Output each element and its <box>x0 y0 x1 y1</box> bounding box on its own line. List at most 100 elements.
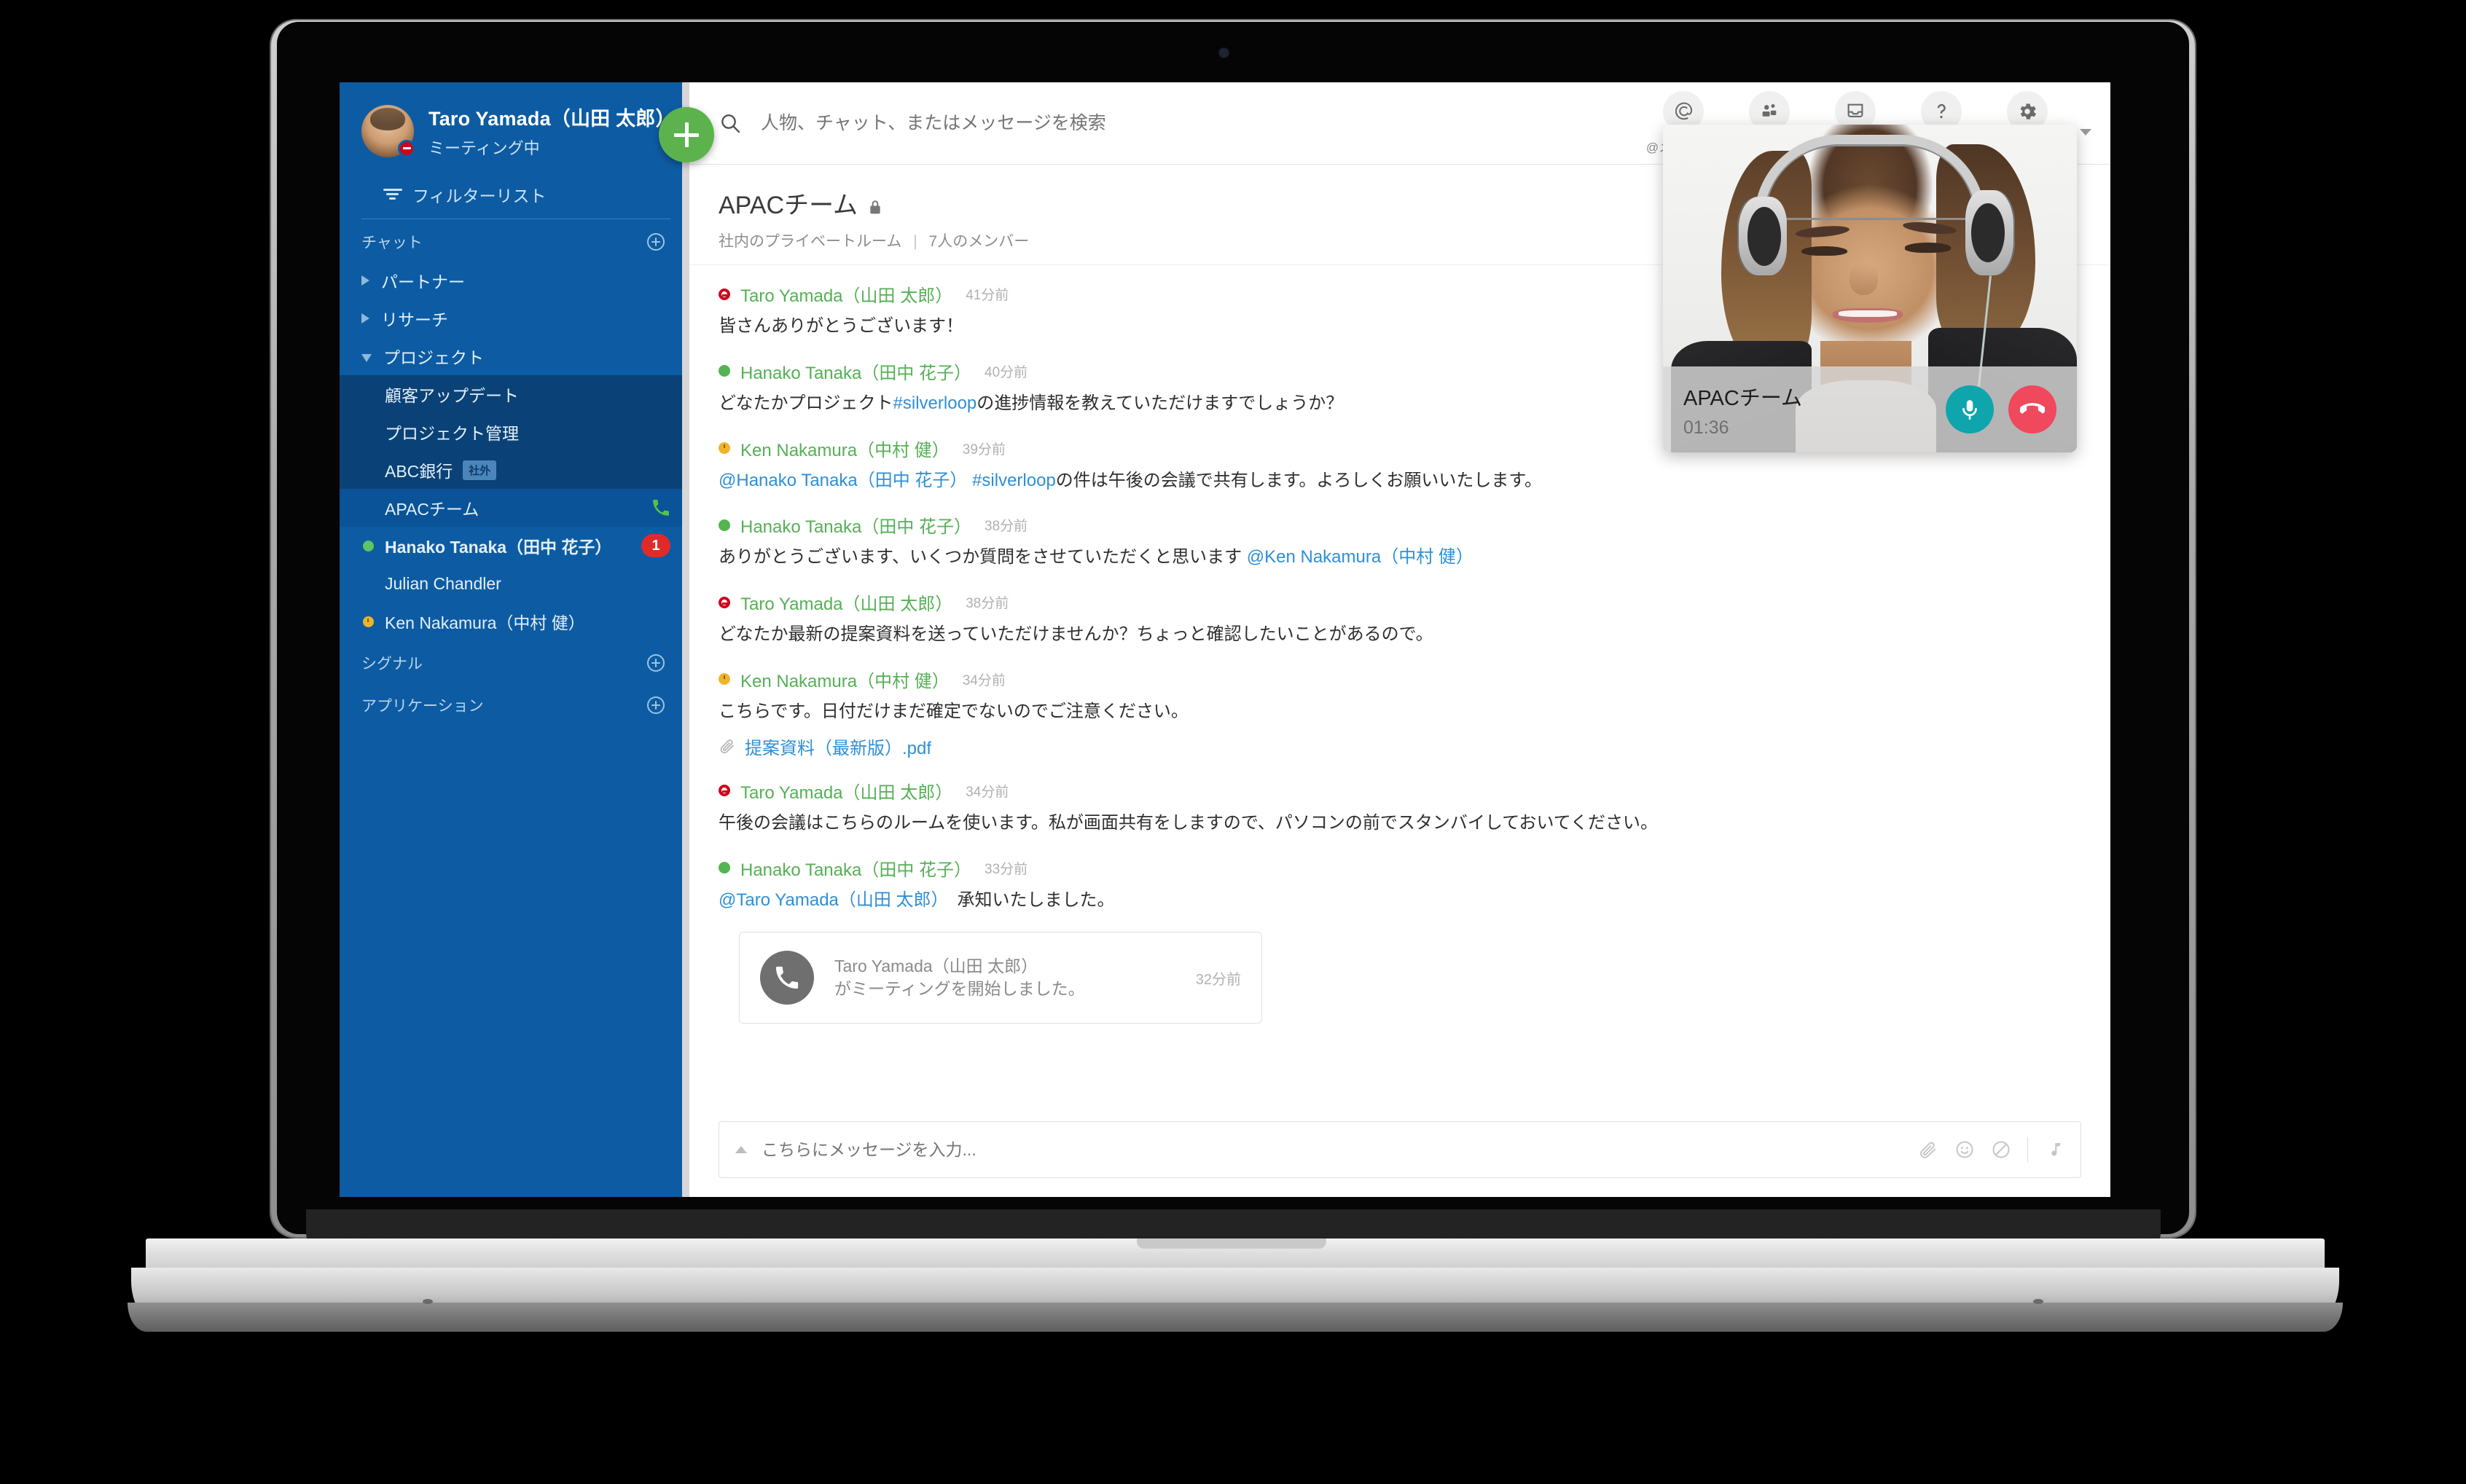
message-author: Hanako Tanaka（田中 花子） <box>740 363 972 383</box>
folder-label: パートナー <box>381 272 465 291</box>
message-item: Hanako Tanaka（田中 花子） 38分前 ありがとうございます、いくつ… <box>719 512 2081 570</box>
chat-list: パートナー リサーチ プロジェクト 顧客アップデート プロジェクト管理 ABC銀… <box>340 262 689 640</box>
paperclip-icon[interactable] <box>1918 1139 1938 1160</box>
filter-icon <box>383 188 402 201</box>
laptop-base-foot-dot <box>2033 1299 2043 1304</box>
mention-link[interactable]: @Taro Yamada（山田 太郎） <box>719 890 940 910</box>
subtitle-divider: | <box>913 233 917 250</box>
presence-available-icon <box>719 365 730 377</box>
hashtag-link[interactable]: #silverloop <box>972 471 1056 490</box>
section-label-signal: シグナル <box>361 656 423 672</box>
search-wrap <box>719 111 1645 135</box>
room-label: 顧客アップデート <box>385 386 519 405</box>
message-author: Taro Yamada（山田 太郎） <box>740 782 953 803</box>
add-signal-icon[interactable] <box>647 654 665 672</box>
message-body: ありがとうございます、いくつか質問をさせていただくと思います @Ken Naka… <box>719 545 2081 570</box>
call-control-bar: APACチーム 01:36 <box>1663 366 2077 452</box>
message-body: どなたか最新の提案資料を送っていただけませんか？ちょっと確認したいことがあるので… <box>719 622 2081 648</box>
presence-offline-icon <box>363 578 374 589</box>
filter-list-label: フィルターリスト <box>412 187 547 205</box>
music-note-icon[interactable] <box>2044 1139 2064 1160</box>
sidebar-room-project-management[interactable]: プロジェクト管理 <box>340 413 689 451</box>
sidebar-room-ken-nakamura[interactable]: Ken Nakamura（中村 健） <box>340 602 689 640</box>
message-composer[interactable] <box>719 1121 2081 1178</box>
chat-application: Taro Yamada（山田 太郎） ミーティング中 フィルターリスト チャット <box>340 82 2110 1197</box>
message-author: Taro Yamada（山田 太郎） <box>740 286 953 306</box>
meeting-actor: Taro Yamada（山田 太郎） <box>834 957 1038 976</box>
chevron-right-icon <box>361 313 369 323</box>
add-new-button[interactable] <box>659 107 714 162</box>
external-badge: 社外 <box>463 460 497 480</box>
active-call-panel[interactable]: APACチーム 01:36 <box>1663 125 2077 452</box>
sidebar-room-customer-update[interactable]: 顧客アップデート <box>340 375 689 413</box>
sidebar-room-abc-bank[interactable]: ABC銀行 社外 <box>340 451 689 489</box>
sidebar-scrollbar[interactable] <box>682 82 689 1197</box>
message-body: 午後の会議はこちらのルームを使います。私が画面共有をしますので、パソコンの前でス… <box>719 811 2081 836</box>
settings-chevron-down-icon[interactable] <box>2080 128 2091 136</box>
filter-list-row[interactable]: フィルターリスト <box>361 175 670 219</box>
message-author: Hanako Tanaka（田中 花子） <box>740 517 972 538</box>
message-timestamp: 38分前 <box>966 596 1009 612</box>
call-buttons <box>1946 385 2056 433</box>
section-header-applications: アプリケーション <box>340 683 689 725</box>
laptop-base-foot-dot <box>423 1299 433 1304</box>
laptop-base-foot <box>128 1303 2343 1332</box>
message-text: の進捗情報を教えていただけますでしょうか？ <box>976 393 1344 413</box>
message-item: Hanako Tanaka（田中 花子） 33分前 @Taro Yamada（山… <box>719 855 2081 914</box>
search-input[interactable] <box>761 112 1645 134</box>
sidebar-folder-partner[interactable]: パートナー <box>340 262 689 299</box>
mention-link[interactable]: @Hanako Tanaka（田中 花子） <box>719 471 967 490</box>
sidebar-folder-project[interactable]: プロジェクト <box>340 337 689 375</box>
room-label: APACチーム <box>385 500 480 519</box>
presence-available-icon <box>719 862 730 874</box>
room-label: Ken Nakamura（中村 健） <box>385 613 585 632</box>
message-item: Taro Yamada（山田 太郎） 38分前 どなたか最新の提案資料を送ってい… <box>719 589 2081 648</box>
attachment-filename[interactable]: 提案資料（最新版）.pdf <box>745 734 931 759</box>
phone-icon <box>760 951 814 1005</box>
section-label-chat: チャット <box>361 235 423 251</box>
sidebar-room-apac-team[interactable]: APACチーム <box>340 489 689 527</box>
mute-microphone-button[interactable] <box>1946 385 1994 433</box>
emoji-smiley-icon[interactable] <box>1954 1139 1975 1160</box>
presence-away-icon <box>363 616 374 627</box>
search-icon <box>719 111 742 135</box>
mention-link[interactable]: @Ken Nakamura（中村 健） <box>1247 547 1473 567</box>
folder-label: リサーチ <box>381 310 448 329</box>
message-text: 承知いたしました。 <box>939 890 1115 910</box>
message-timestamp: 39分前 <box>962 441 1006 458</box>
presence-away-icon <box>719 442 730 455</box>
room-label: ABC銀行 <box>385 462 453 481</box>
message-input[interactable] <box>762 1139 1918 1160</box>
chevron-up-icon[interactable] <box>735 1146 747 1153</box>
sidebar: Taro Yamada（山田 太郎） ミーティング中 フィルターリスト チャット <box>340 82 714 1197</box>
room-label: Hanako Tanaka（田中 花子） <box>385 538 612 557</box>
message-body: @Hanako Tanaka（田中 花子） #silverloopの件は午後の会… <box>719 468 2081 494</box>
main-panel: @メンション コミュニティ 受信箱 <box>689 82 2110 1197</box>
message-text: ありがとうございます、いくつか質問をさせていただくと思います <box>719 547 1247 568</box>
message-text: の件は午後の会議で共有します。よろしくお願いいたします。 <box>1055 470 1542 490</box>
room-member-count: 7人のメンバー <box>928 233 1030 250</box>
end-call-button[interactable] <box>2008 385 2056 433</box>
laptop-base-notch <box>1137 1238 1326 1249</box>
sidebar-room-julian-chandler[interactable]: Julian Chandler <box>340 565 689 602</box>
profile-text: Taro Yamada（山田 太郎） ミーティング中 <box>428 103 676 159</box>
sidebar-room-hanako-tanaka[interactable]: Hanako Tanaka（田中 花子） 1 <box>340 527 689 565</box>
call-duration: 01:36 <box>1683 417 1729 438</box>
message-timestamp: 34分前 <box>962 672 1006 688</box>
message-timestamp: 38分前 <box>985 519 1028 535</box>
do-not-disturb-icon[interactable] <box>1991 1139 2011 1160</box>
meeting-started-card[interactable]: Taro Yamada（山田 太郎） がミーティングを開始しました。 32分前 <box>739 932 1262 1024</box>
section-label-applications: アプリケーション <box>361 698 484 715</box>
section-header-chat: チャット <box>340 219 689 262</box>
hashtag-link[interactable]: #silverloop <box>893 393 977 413</box>
add-chat-icon[interactable] <box>647 233 665 251</box>
presence-busy-icon <box>719 288 730 300</box>
message-attachment[interactable]: 提案資料（最新版）.pdf <box>719 734 2081 759</box>
call-meta: APACチーム 01:36 <box>1683 381 1802 439</box>
message-text: どなたかプロジェクト <box>719 393 893 413</box>
webcam-icon <box>1219 48 1229 58</box>
add-application-icon[interactable] <box>647 696 665 714</box>
sidebar-folder-research[interactable]: リサーチ <box>340 299 689 337</box>
paperclip-icon <box>719 737 736 755</box>
profile-block[interactable]: Taro Yamada（山田 太郎） ミーティング中 <box>340 82 689 175</box>
